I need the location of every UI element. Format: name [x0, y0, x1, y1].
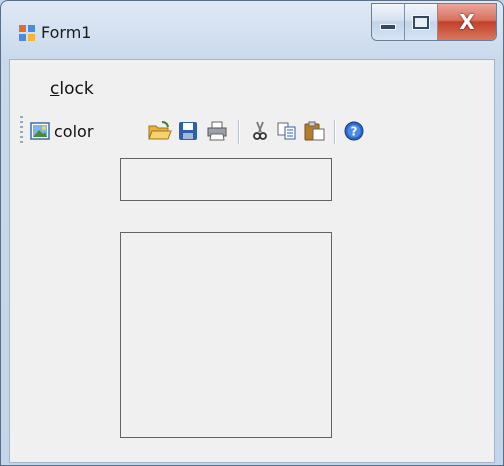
minimize-icon	[380, 24, 396, 30]
print-icon	[207, 121, 227, 141]
form-client-area: clock color ?	[9, 59, 495, 463]
menu-item-clock[interactable]: clock	[50, 79, 94, 99]
help-button[interactable]: ?	[344, 120, 364, 142]
window-title: Form1	[41, 23, 92, 42]
title-bar[interactable]: Form1 X	[1, 1, 503, 57]
color-button-label: color	[54, 121, 94, 141]
copy-icon	[277, 122, 296, 140]
save-icon	[179, 122, 197, 140]
color-button[interactable]: color	[30, 120, 93, 142]
caption-buttons: X	[371, 3, 497, 41]
menu-bar: clock	[10, 60, 494, 110]
large-text-box[interactable]	[120, 232, 332, 438]
form1-window: Form1 X clock color ?	[0, 0, 504, 466]
minimize-button[interactable]	[372, 4, 405, 40]
cut-button[interactable]	[250, 120, 270, 142]
copy-button[interactable]	[276, 120, 298, 142]
tool-strip: color ?	[10, 110, 494, 154]
maximize-button[interactable]	[405, 4, 438, 40]
print-button[interactable]	[206, 120, 228, 142]
form-window-icon	[19, 25, 35, 41]
menu-item-clock-label: lock	[59, 79, 94, 99]
image-icon	[30, 122, 50, 140]
small-text-box[interactable]	[120, 158, 332, 201]
toolbar-separator	[334, 120, 336, 144]
save-button[interactable]	[178, 120, 198, 142]
paste-icon	[304, 121, 325, 141]
menu-item-clock-mnemonic: c	[50, 79, 60, 99]
paste-button[interactable]	[304, 120, 326, 142]
open-folder-icon	[148, 121, 172, 140]
help-icon: ?	[344, 121, 364, 141]
toolbar-separator	[238, 120, 240, 144]
svg-text:?: ?	[351, 125, 358, 139]
close-button[interactable]: X	[438, 4, 496, 40]
close-icon: X	[459, 10, 475, 34]
toolbar-grip[interactable]	[20, 116, 23, 144]
maximize-icon	[413, 15, 429, 29]
open-button[interactable]	[148, 120, 172, 142]
cut-icon	[253, 121, 267, 140]
